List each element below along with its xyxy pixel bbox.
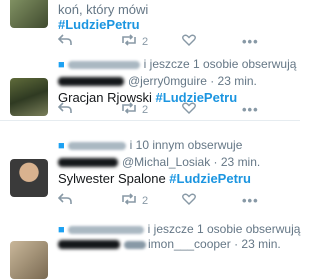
hashtag[interactable]: #LudziePetru (169, 171, 251, 186)
tweet-text: Sylwester Spalone #LudziePetru (58, 171, 251, 186)
handle-blurred (124, 240, 146, 249)
timestamp[interactable]: · 23 min. (231, 237, 281, 251)
more-dots-icon[interactable]: ••• (242, 193, 259, 208)
author-handle[interactable]: imon___cooper (148, 237, 231, 251)
person-icon: ■ (58, 59, 65, 71)
social-context-text: i jeszcze 1 osobie obserwują (143, 57, 297, 71)
author-handle[interactable]: @Michal_Losiak (122, 155, 210, 169)
tweet-actions: 2 ••• (57, 34, 288, 50)
social-context: ■ i 10 innym obserwuje (58, 138, 242, 152)
avatar[interactable] (10, 0, 48, 28)
tweet-actions: 2 ••• (57, 102, 288, 118)
tweet-header: @Michal_Losiak · 23 min. (58, 155, 260, 169)
tweet-text-line: koń, który mówi (58, 2, 149, 17)
avatar[interactable] (10, 78, 48, 116)
heart-icon[interactable] (182, 102, 196, 117)
timestamp[interactable]: · 23 min. (207, 74, 257, 88)
reply-icon[interactable] (57, 102, 72, 117)
retweet-count: 2 (142, 36, 149, 48)
avatar[interactable] (10, 159, 48, 197)
heart-icon[interactable] (182, 34, 196, 49)
tweet-header: @jerry0mguire · 23 min. (58, 74, 257, 88)
retweet-button[interactable]: 2 (120, 34, 148, 49)
social-context-text: i 10 innym obserwuje (129, 138, 243, 152)
tweet-3[interactable]: ■ i 10 innym obserwuje @Michal_Losiak · 2… (0, 131, 300, 218)
retweet-button[interactable]: 2 (120, 102, 148, 117)
retweet-icon (122, 34, 136, 46)
hashtag-link[interactable]: #LudziePetru (58, 17, 140, 32)
social-context: ■ i jeszcze 1 osobie obserwują (58, 57, 296, 71)
person-icon: ■ (58, 224, 65, 236)
retweet-count: 2 (142, 195, 149, 207)
avatar[interactable] (10, 241, 48, 279)
hashtag[interactable]: #LudziePetru (58, 17, 140, 32)
author-name-blurred[interactable] (58, 240, 120, 250)
social-context-text: i jeszcze 1 osobie obserwują (147, 222, 301, 236)
tweet-4[interactable]: ■ i jeszcze 1 osobie obserwują imon___coo… (0, 217, 300, 279)
more-dots-icon[interactable]: ••• (242, 102, 259, 117)
heart-icon[interactable] (182, 193, 196, 208)
follower-names-blurred (67, 141, 126, 150)
tweet-text: koń, który mówi (58, 2, 148, 17)
reply-icon[interactable] (57, 34, 72, 49)
retweet-icon (122, 193, 136, 205)
tweet-actions: 2 ••• (57, 193, 288, 209)
social-context: ■ i jeszcze 1 osobie obserwują (58, 222, 300, 236)
retweet-icon (122, 102, 136, 114)
author-handle[interactable]: @jerry0mguire (128, 74, 207, 88)
retweet-button[interactable]: 2 (120, 193, 148, 208)
tweet-text-prefix: Sylwester Spalone (58, 171, 170, 186)
reply-icon[interactable] (57, 193, 72, 208)
timestamp[interactable]: · 23 min. (210, 155, 261, 169)
more-dots-icon[interactable]: ••• (242, 34, 259, 49)
person-icon: ■ (58, 140, 65, 152)
tweet-header: imon___cooper · 23 min. (58, 237, 281, 251)
follower-names-blurred (67, 225, 144, 234)
tweet-1[interactable]: koń, który mówi #LudziePetru 2 ••• (0, 0, 300, 51)
retweet-count: 2 (142, 104, 149, 116)
author-name-blurred[interactable] (58, 77, 124, 87)
follower-names-blurred (67, 60, 140, 69)
author-name-blurred[interactable] (58, 158, 118, 168)
